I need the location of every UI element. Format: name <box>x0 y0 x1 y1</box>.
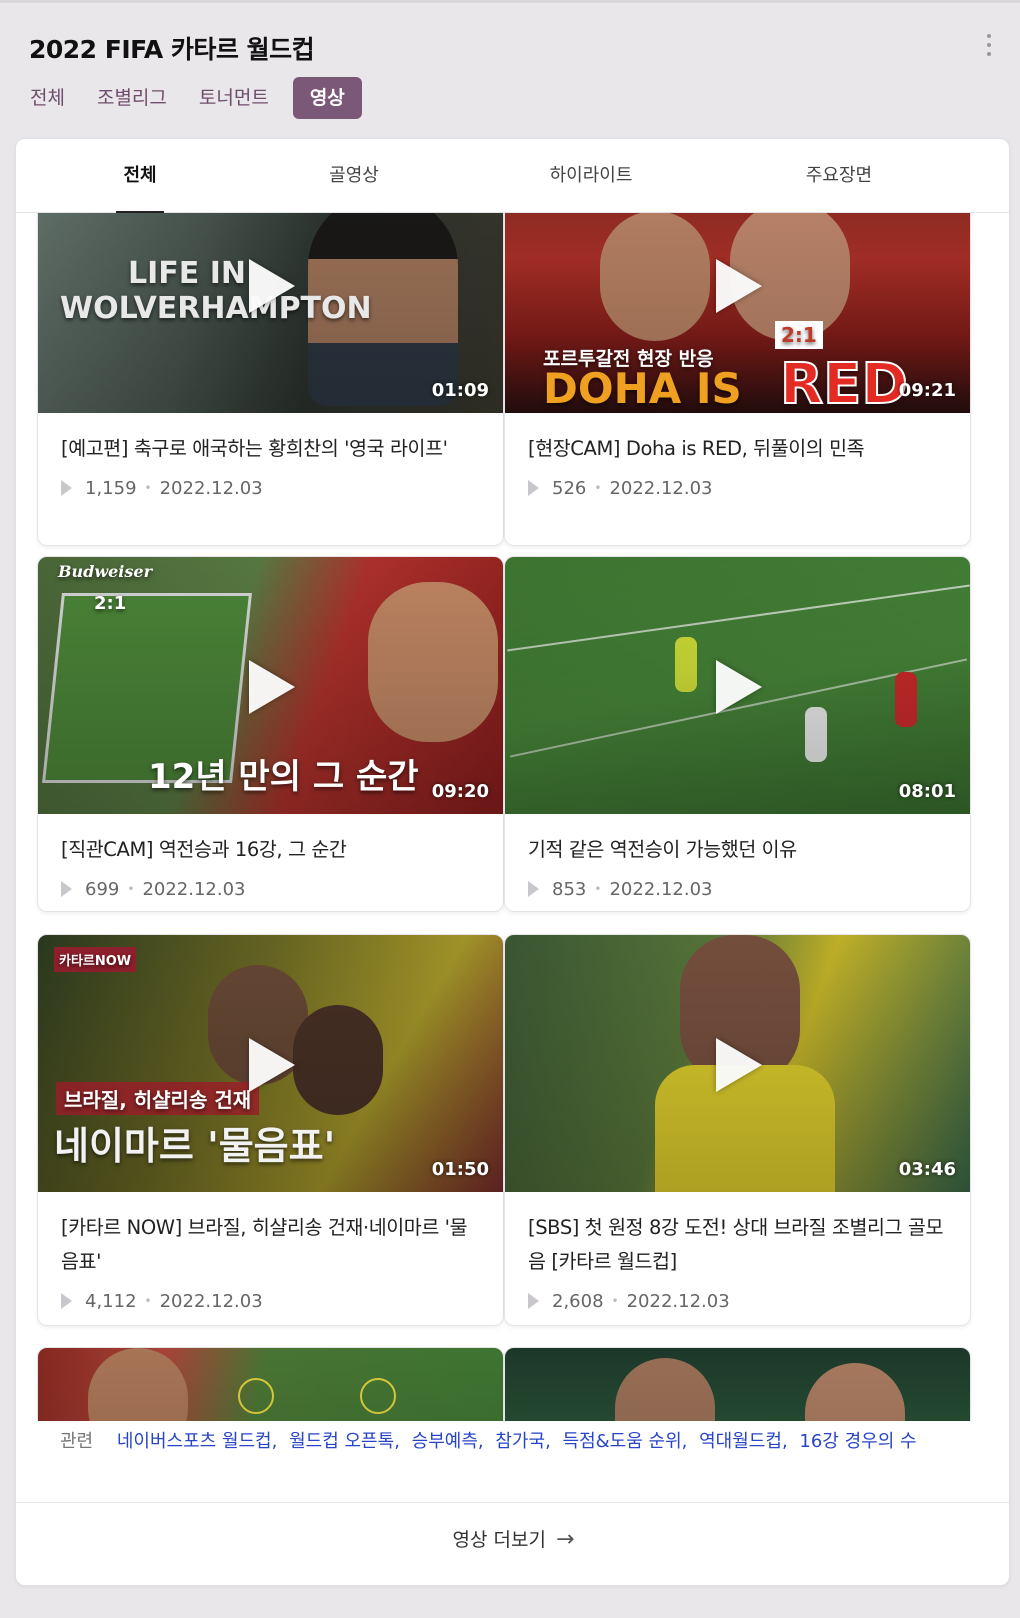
upload-date: 2022.12.03 <box>159 1290 263 1312</box>
video-meta: 526 • 2022.12.03 <box>505 466 970 506</box>
video-title[interactable]: [SBS] 첫 원정 8강 도전! 상대 브라질 조별리그 골모음 [카타르 월… <box>505 1192 970 1279</box>
page-title: 2022 FIFA 카타르 월드컵 <box>29 35 315 64</box>
video-thumbnail: 2:1 포르투갈전 현장 반응 DOHA IS RED 09:21 <box>505 213 970 413</box>
tab-group-stage[interactable]: 조별리그 <box>89 77 175 119</box>
play-icon[interactable] <box>248 659 295 714</box>
related-link[interactable]: 참가국 <box>495 1431 545 1452</box>
play-icon[interactable] <box>715 258 762 313</box>
related-label: 관련 <box>60 1431 94 1452</box>
related-keywords: 관련 네이버스포츠 월드컵, 월드컵 오픈톡, 승부예측, 참가국, 득점&도움… <box>16 1421 1009 1463</box>
video-duration: 01:50 <box>431 1159 489 1180</box>
video-card[interactable]: Budweiser 2:1 12년 만의 그 순간 09:20 [직관CAM] … <box>37 556 504 912</box>
more-options-icon[interactable] <box>986 34 992 56</box>
related-link[interactable]: 16강 경우의 수 <box>799 1431 916 1452</box>
subtab-goals[interactable]: 골영상 <box>316 139 392 213</box>
video-duration: 01:09 <box>431 380 489 401</box>
more-videos-label: 영상 더보기 <box>452 1529 546 1551</box>
play-icon[interactable] <box>248 258 295 313</box>
upload-date: 2022.12.03 <box>159 477 263 499</box>
tab-tournament[interactable]: 토너먼트 <box>191 77 277 119</box>
tab-video[interactable]: 영상 <box>292 77 362 119</box>
subtab-all[interactable]: 전체 <box>116 139 164 214</box>
thumb-caption: WOLVERHAMPTON <box>60 291 372 326</box>
subtab-key-scenes[interactable]: 주요장면 <box>796 139 882 213</box>
thumb-caption: Budweiser <box>58 562 152 581</box>
video-meta: 853 • 2022.12.03 <box>505 867 970 907</box>
video-duration: 09:21 <box>898 380 956 401</box>
thumb-caption: RED <box>779 351 909 413</box>
play-count-icon <box>528 881 539 897</box>
video-thumbnail: LIFE IN WOLVERHAMPTON 01:09 <box>38 213 503 413</box>
program-logo: 카타르NOW <box>54 947 137 972</box>
upload-date: 2022.12.03 <box>609 878 713 900</box>
play-icon[interactable] <box>715 659 762 714</box>
play-count-icon <box>61 480 72 496</box>
view-count: 1,159 <box>85 477 137 499</box>
video-meta: 699 • 2022.12.03 <box>38 867 503 907</box>
video-thumbnail: 카타르NOW 브라질, 히샬리송 건재 네이마르 '물음표' 01:50 <box>38 935 503 1192</box>
video-meta: 1,159 • 2022.12.03 <box>38 466 503 506</box>
video-meta: 4,112 • 2022.12.03 <box>38 1279 503 1319</box>
arrow-right-icon: → <box>556 1527 575 1552</box>
thumb-caption: LIFE IN <box>128 256 246 291</box>
related-link[interactable]: 득점&도움 순위 <box>563 1431 682 1452</box>
worldcup-header: 2022 FIFA 카타르 월드컵 전체 조별리그 토너먼트 영상 <box>0 0 1020 138</box>
related-link[interactable]: 승부예측 <box>412 1431 478 1452</box>
play-count-icon <box>61 1293 72 1309</box>
video-title[interactable]: [카타르 NOW] 브라질, 히샬리송 건재·네이마르 '물음표' <box>38 1192 503 1279</box>
upload-date: 2022.12.03 <box>609 477 713 499</box>
video-meta: 2,608 • 2022.12.03 <box>505 1279 970 1319</box>
video-card[interactable]: 카타르NOW 브라질, 히샬리송 건재 네이마르 '물음표' 01:50 [카타… <box>37 934 504 1326</box>
more-videos-button[interactable]: 영상 더보기 → <box>16 1502 1009 1585</box>
video-card[interactable]: 08:01 기적 같은 역전승이 가능했던 이유 853 • 2022.12.0… <box>504 556 971 912</box>
view-count: 526 <box>552 477 587 499</box>
video-card[interactable]: 03:46 [SBS] 첫 원정 8강 도전! 상대 브라질 조별리그 골모음 … <box>504 934 971 1326</box>
video-title[interactable]: [직관CAM] 역전승과 16강, 그 순간 <box>38 814 503 867</box>
view-count: 2,608 <box>552 1290 604 1312</box>
video-title[interactable]: [예고편] 축구로 애국하는 황희찬의 '영국 라이프' <box>38 413 503 466</box>
score-badge: 2:1 <box>775 321 823 349</box>
video-subtabs: 전체 골영상 하이라이트 주요장면 <box>16 139 1009 214</box>
thumb-caption: 브라질, 히샬리송 건재 <box>56 1082 260 1115</box>
play-icon[interactable] <box>248 1037 295 1092</box>
video-card[interactable]: 2:1 포르투갈전 현장 반응 DOHA IS RED 09:21 [현장CAM… <box>504 213 971 546</box>
thumb-caption: DOHA IS <box>543 364 742 413</box>
video-thumbnail: 03:46 <box>505 935 970 1192</box>
related-link[interactable]: 네이버스포츠 월드컵 <box>117 1431 272 1452</box>
upload-date: 2022.12.03 <box>142 878 246 900</box>
play-icon[interactable] <box>715 1037 762 1092</box>
view-count: 4,112 <box>85 1290 137 1312</box>
play-count-icon <box>528 480 539 496</box>
play-count-icon <box>61 881 72 897</box>
video-duration: 09:20 <box>431 781 489 802</box>
score-badge: 2:1 <box>94 593 127 614</box>
video-thumbnail: 08:01 <box>505 557 970 814</box>
subtab-highlights[interactable]: 하이라이트 <box>541 139 641 213</box>
video-duration: 08:01 <box>898 781 956 802</box>
main-tabs: 전체 조별리그 토너먼트 영상 <box>22 77 362 119</box>
view-count: 699 <box>85 878 120 900</box>
related-link[interactable]: 월드컵 오픈톡 <box>289 1431 394 1452</box>
thumb-caption: 네이마르 '물음표' <box>54 1124 336 1168</box>
video-title[interactable]: 기적 같은 역전승이 가능했던 이유 <box>505 814 970 867</box>
play-count-icon <box>528 1293 539 1309</box>
video-panel: 전체 골영상 하이라이트 주요장면 LIFE IN WOLVERHAMPTON … <box>15 138 1010 1586</box>
video-title[interactable]: [현장CAM] Doha is RED, 뒤풀이의 민족 <box>505 413 970 466</box>
video-grid: LIFE IN WOLVERHAMPTON 01:09 [예고편] 축구로 애국… <box>16 213 1009 1458</box>
view-count: 853 <box>552 878 587 900</box>
video-thumbnail: Budweiser 2:1 12년 만의 그 순간 09:20 <box>38 557 503 814</box>
subtab-all-label: 전체 <box>123 165 157 186</box>
video-card[interactable]: LIFE IN WOLVERHAMPTON 01:09 [예고편] 축구로 애국… <box>37 213 504 546</box>
upload-date: 2022.12.03 <box>626 1290 730 1312</box>
thumb-caption: 12년 만의 그 순간 <box>148 757 419 797</box>
tab-all[interactable]: 전체 <box>22 77 73 119</box>
video-duration: 03:46 <box>898 1159 956 1180</box>
related-link[interactable]: 역대월드컵 <box>699 1431 782 1452</box>
